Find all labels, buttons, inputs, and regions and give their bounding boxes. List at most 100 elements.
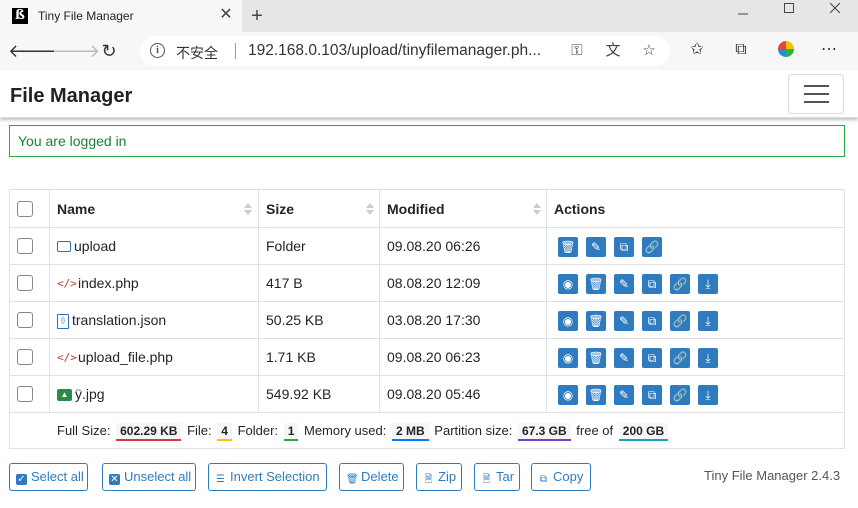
zip-button[interactable]: 🗎 Zip — [416, 463, 462, 491]
link-action-icon[interactable]: 🔗 — [670, 274, 690, 294]
url-text[interactable]: 192.168.0.103/upload/tinyfilemanager.ph.… — [248, 42, 541, 60]
extension-pinwheel-icon[interactable] — [778, 41, 794, 57]
favorites-icon[interactable]: ✩ — [686, 39, 708, 61]
link-action-icon[interactable]: 🔗 — [670, 311, 690, 331]
menu-toggle-button[interactable] — [788, 74, 844, 114]
x-square-icon: ✕ — [109, 474, 120, 485]
table-row[interactable]: {} translation.json 50.25 KB 03.08.20 17:30… — [10, 302, 844, 339]
row-checkbox[interactable] — [17, 312, 33, 328]
close-window-button[interactable] — [812, 0, 858, 28]
file-name-link[interactable]: ▲ ÿ.jpg — [57, 376, 105, 413]
invert-selection-label: Invert Selection — [230, 469, 320, 484]
size-header[interactable]: Size — [266, 190, 294, 228]
back-icon[interactable]: 🡐 — [8, 37, 56, 65]
favorite-star-icon[interactable]: ☆ — [636, 38, 662, 64]
sort-icon[interactable] — [244, 203, 252, 215]
table-row[interactable]: </>upload_file.php 1.71 KB 09.08.20 06:23 ◉… — [10, 339, 844, 376]
tar-label: Tar — [496, 469, 515, 484]
translate-icon[interactable]: 文 — [600, 38, 626, 64]
rename-action-icon[interactable]: ✎ — [614, 348, 634, 368]
link-action-icon[interactable]: 🔗 — [670, 348, 690, 368]
tab-close-button[interactable]: ✕ — [216, 4, 236, 26]
copy-button[interactable]: ⧉ Copy — [531, 463, 591, 491]
sort-icon[interactable] — [366, 203, 374, 215]
link-action-icon[interactable]: 🔗 — [642, 237, 662, 257]
browser-tab-bar: ß Tiny File Manager ✕ + — [0, 0, 858, 32]
menu-bar-icon — [804, 93, 829, 95]
name-header[interactable]: Name — [57, 190, 95, 228]
table-row[interactable]: </>index.php 417 B 08.08.20 12:09 ◉ 🗑 ✎ ⧉ 🔗 ⤓ — [10, 265, 844, 302]
file-name-link[interactable]: upload — [57, 228, 116, 265]
copy-action-icon[interactable]: ⧉ — [642, 274, 662, 294]
invert-selection-button[interactable]: ☰ Invert Selection — [208, 463, 327, 491]
memory-label: Memory used: — [304, 423, 387, 438]
file-size: 50.25 KB — [266, 312, 324, 328]
delete-button[interactable]: 🗑 Delete — [339, 463, 404, 491]
unselect-all-label: Unselect all — [124, 469, 192, 484]
modified-header[interactable]: Modified — [387, 190, 445, 228]
code-file-icon: </> — [57, 277, 77, 291]
row-checkbox[interactable] — [17, 275, 33, 291]
brand-title[interactable]: File Manager — [10, 85, 132, 108]
minimize-button[interactable] — [720, 0, 766, 28]
copy-action-icon[interactable]: ⧉ — [642, 348, 662, 368]
download-action-icon[interactable]: ⤓ — [698, 385, 718, 405]
file-archive-icon: 🗎 — [482, 474, 491, 485]
view-action-icon[interactable]: ◉ — [558, 348, 578, 368]
row-checkbox[interactable] — [17, 349, 33, 365]
copy-action-icon[interactable]: ⧉ — [614, 237, 634, 257]
select-all-checkbox[interactable] — [17, 201, 33, 217]
rename-action-icon[interactable]: ✎ — [586, 237, 606, 257]
link-action-icon[interactable]: 🔗 — [670, 385, 690, 405]
tar-button[interactable]: 🗎 Tar — [474, 463, 520, 491]
sort-icon[interactable] — [533, 203, 541, 215]
delete-action-icon[interactable]: 🗑 — [586, 348, 606, 368]
view-action-icon[interactable]: ◉ — [558, 274, 578, 294]
new-tab-button[interactable]: + — [246, 3, 268, 29]
rename-action-icon[interactable]: ✎ — [614, 311, 634, 331]
file-name-link[interactable]: </>upload_file.php — [57, 339, 173, 376]
file-modified: 09.08.20 06:23 — [387, 349, 481, 365]
refresh-icon[interactable]: ↻ — [96, 37, 122, 65]
file-modified: 09.08.20 06:26 — [387, 238, 481, 254]
row-checkbox[interactable] — [17, 238, 33, 254]
table-row[interactable]: ▲ ÿ.jpg 549.92 KB 09.08.20 05:46 ◉ 🗑 ✎ ⧉ 🔗 ⤓ — [10, 376, 844, 413]
view-action-icon[interactable]: ◉ — [558, 385, 578, 405]
folder-label: Folder: — [237, 423, 279, 438]
rename-action-icon[interactable]: ✎ — [614, 274, 634, 294]
browser-tab[interactable]: ß Tiny File Manager ✕ — [0, 0, 242, 32]
copy-action-icon[interactable]: ⧉ — [642, 385, 662, 405]
forward-icon[interactable]: 🡒 — [52, 37, 100, 65]
copy-label: Copy — [553, 469, 584, 484]
more-icon[interactable]: ⋯ — [818, 39, 840, 61]
address-bar[interactable]: i 不安全 192.168.0.103/upload/tinyfilemanag… — [140, 36, 670, 66]
delete-action-icon[interactable]: 🗑 — [586, 274, 606, 294]
check-square-icon: ✓ — [16, 474, 27, 485]
rename-action-icon[interactable]: ✎ — [614, 385, 634, 405]
tab-title: Tiny File Manager — [38, 9, 134, 23]
unselect-all-button[interactable]: ✕ Unselect all — [102, 463, 196, 491]
collections-icon[interactable]: ⧉ — [730, 39, 752, 61]
row-checkbox[interactable] — [17, 386, 33, 402]
key-icon[interactable]: ⚿ — [564, 38, 590, 64]
maximize-button[interactable] — [766, 0, 812, 28]
download-action-icon[interactable]: ⤓ — [698, 348, 718, 368]
full-size-badge: 602.29 KB — [116, 423, 182, 441]
table-row[interactable]: upload Folder 09.08.20 06:26 🗑 ✎ ⧉ 🔗 — [10, 228, 844, 265]
file-name-link[interactable]: {} translation.json — [57, 302, 166, 339]
select-all-button[interactable]: ✓ Select all — [9, 463, 88, 491]
download-action-icon[interactable]: ⤓ — [698, 311, 718, 331]
download-action-icon[interactable]: ⤓ — [698, 274, 718, 294]
menu-bar-icon — [804, 101, 829, 103]
view-action-icon[interactable]: ◉ — [558, 311, 578, 331]
file-name-link[interactable]: </>index.php — [57, 265, 139, 302]
delete-action-icon[interactable]: 🗑 — [558, 237, 578, 257]
app-header: File Manager — [0, 70, 858, 118]
favicon-icon: ß — [12, 8, 28, 24]
info-icon[interactable]: i — [150, 43, 165, 58]
copy-action-icon[interactable]: ⧉ — [642, 311, 662, 331]
zip-label: Zip — [438, 469, 457, 484]
file-modified: 03.08.20 17:30 — [387, 312, 481, 328]
delete-action-icon[interactable]: 🗑 — [586, 385, 606, 405]
delete-action-icon[interactable]: 🗑 — [586, 311, 606, 331]
